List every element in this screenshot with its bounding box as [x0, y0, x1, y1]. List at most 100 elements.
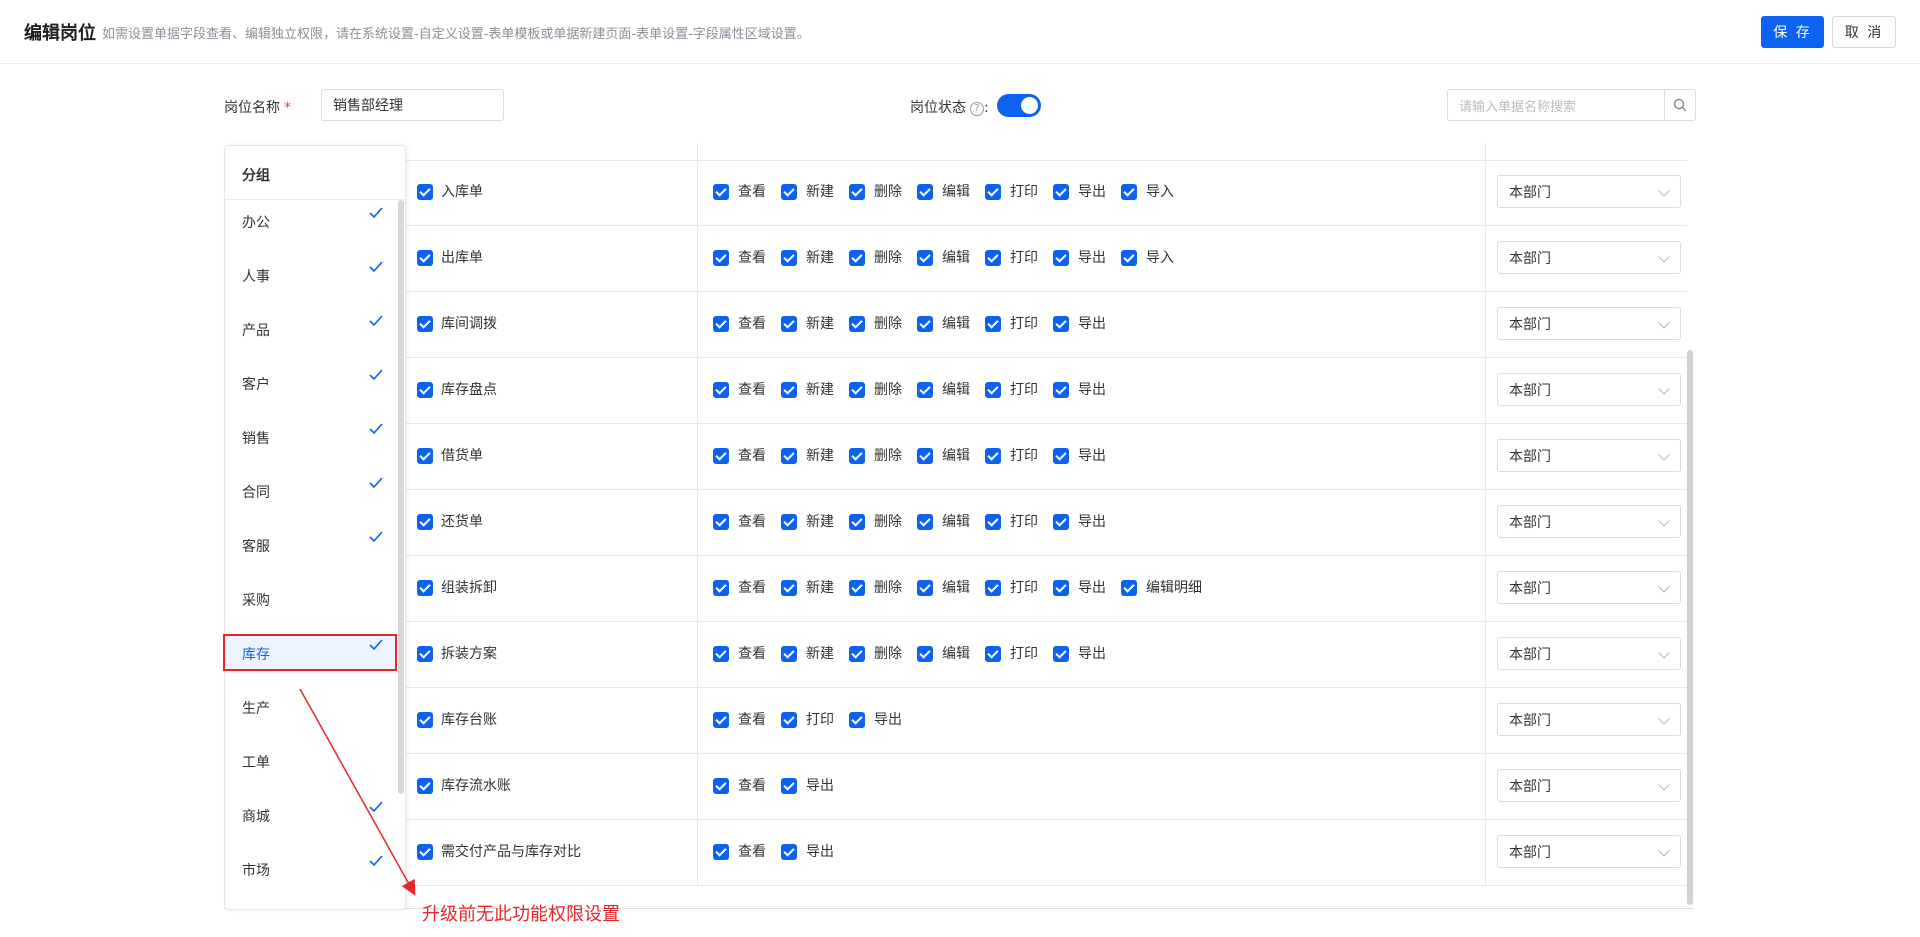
row-checkbox[interactable]: [417, 712, 433, 728]
permission-checkbox[interactable]: [781, 514, 797, 530]
permission-checkbox[interactable]: [713, 250, 729, 266]
scope-select[interactable]: 本部门: [1497, 175, 1681, 208]
group-item[interactable]: 客服: [225, 527, 397, 565]
search-button[interactable]: [1664, 89, 1696, 121]
permission-checkbox[interactable]: [713, 646, 729, 662]
permission-checkbox[interactable]: [1121, 184, 1137, 200]
permission-checkbox[interactable]: [917, 646, 933, 662]
permission-checkbox[interactable]: [917, 580, 933, 596]
permission-checkbox[interactable]: [1121, 580, 1137, 596]
permission-checkbox[interactable]: [781, 712, 797, 728]
table-scrollbar[interactable]: [1687, 350, 1693, 905]
permission-checkbox[interactable]: [849, 316, 865, 332]
row-checkbox[interactable]: [417, 514, 433, 530]
permission-checkbox[interactable]: [713, 844, 729, 860]
permission-checkbox[interactable]: [781, 646, 797, 662]
group-item[interactable]: 合同: [225, 473, 397, 511]
permission-checkbox[interactable]: [1053, 250, 1069, 266]
permission-checkbox[interactable]: [917, 184, 933, 200]
permission-checkbox[interactable]: [1053, 382, 1069, 398]
scope-select[interactable]: 本部门: [1497, 769, 1681, 802]
scope-select[interactable]: 本部门: [1497, 241, 1681, 274]
permission-checkbox[interactable]: [985, 448, 1001, 464]
permission-checkbox[interactable]: [781, 184, 797, 200]
permission-checkbox[interactable]: [849, 646, 865, 662]
scope-select[interactable]: 本部门: [1497, 571, 1681, 604]
permission-checkbox[interactable]: [849, 712, 865, 728]
group-item[interactable]: 商城: [225, 797, 397, 835]
search-input[interactable]: 请输入单据名称搜索: [1447, 89, 1665, 121]
permission-checkbox[interactable]: [849, 580, 865, 596]
row-checkbox[interactable]: [417, 448, 433, 464]
permission-checkbox[interactable]: [849, 448, 865, 464]
group-scrollbar[interactable]: [398, 200, 404, 794]
permission-checkbox[interactable]: [985, 250, 1001, 266]
cancel-button[interactable]: 取 消: [1832, 16, 1896, 48]
permission-checkbox[interactable]: [713, 580, 729, 596]
row-checkbox[interactable]: [417, 184, 433, 200]
permission-checkbox[interactable]: [985, 646, 1001, 662]
scope-select[interactable]: 本部门: [1497, 703, 1681, 736]
permission-checkbox[interactable]: [1053, 316, 1069, 332]
permission-checkbox[interactable]: [1121, 250, 1137, 266]
permission-checkbox[interactable]: [713, 382, 729, 398]
group-item[interactable]: 市场: [225, 851, 397, 889]
permission-checkbox[interactable]: [781, 778, 797, 794]
group-item[interactable]: 销售: [225, 419, 397, 457]
permission-checkbox[interactable]: [917, 448, 933, 464]
permission-checkbox[interactable]: [849, 382, 865, 398]
group-item[interactable]: 办公: [225, 203, 397, 241]
help-icon[interactable]: ?: [970, 102, 984, 116]
row-checkbox[interactable]: [417, 250, 433, 266]
permission-checkbox[interactable]: [917, 382, 933, 398]
permission-checkbox[interactable]: [1053, 184, 1069, 200]
permission-checkbox[interactable]: [985, 514, 1001, 530]
row-checkbox[interactable]: [417, 382, 433, 398]
permission-checkbox[interactable]: [917, 250, 933, 266]
save-button[interactable]: 保 存: [1761, 16, 1824, 48]
row-checkbox[interactable]: [417, 778, 433, 794]
permission-checkbox[interactable]: [781, 382, 797, 398]
permission-checkbox[interactable]: [781, 844, 797, 860]
row-checkbox[interactable]: [417, 646, 433, 662]
scope-select[interactable]: 本部门: [1497, 637, 1681, 670]
permission-checkbox[interactable]: [1053, 580, 1069, 596]
permission-checkbox[interactable]: [781, 250, 797, 266]
permission-checkbox[interactable]: [985, 316, 1001, 332]
permission-checkbox[interactable]: [713, 448, 729, 464]
scope-select[interactable]: 本部门: [1497, 505, 1681, 538]
row-checkbox[interactable]: [417, 580, 433, 596]
permission-checkbox[interactable]: [917, 316, 933, 332]
scope-select[interactable]: 本部门: [1497, 439, 1681, 472]
permission-checkbox[interactable]: [713, 316, 729, 332]
permission-checkbox[interactable]: [1053, 514, 1069, 530]
row-checkbox[interactable]: [417, 316, 433, 332]
permission-checkbox[interactable]: [781, 448, 797, 464]
permission-checkbox[interactable]: [713, 514, 729, 530]
group-item[interactable]: 生产: [225, 689, 397, 727]
permission-checkbox[interactable]: [917, 514, 933, 530]
scope-select[interactable]: 本部门: [1497, 307, 1681, 340]
permission-checkbox[interactable]: [985, 580, 1001, 596]
group-item[interactable]: 采购: [225, 581, 397, 619]
permission-checkbox[interactable]: [781, 316, 797, 332]
permission-checkbox[interactable]: [1053, 448, 1069, 464]
permission-checkbox[interactable]: [713, 184, 729, 200]
position-name-input[interactable]: 销售部经理: [321, 89, 504, 121]
permission-checkbox[interactable]: [713, 712, 729, 728]
status-toggle[interactable]: [997, 94, 1041, 117]
group-item[interactable]: 人事: [225, 257, 397, 295]
permission-checkbox[interactable]: [713, 778, 729, 794]
permission-checkbox[interactable]: [849, 184, 865, 200]
permission-checkbox[interactable]: [849, 250, 865, 266]
row-checkbox[interactable]: [417, 844, 433, 860]
permission-checkbox[interactable]: [985, 382, 1001, 398]
permission-checkbox[interactable]: [985, 184, 1001, 200]
scope-select[interactable]: 本部门: [1497, 373, 1681, 406]
scope-select[interactable]: 本部门: [1497, 835, 1681, 868]
group-item[interactable]: 工单: [225, 743, 397, 781]
group-item[interactable]: 客户: [225, 365, 397, 403]
permission-checkbox[interactable]: [781, 580, 797, 596]
permission-checkbox[interactable]: [1053, 646, 1069, 662]
group-item[interactable]: 产品: [225, 311, 397, 349]
